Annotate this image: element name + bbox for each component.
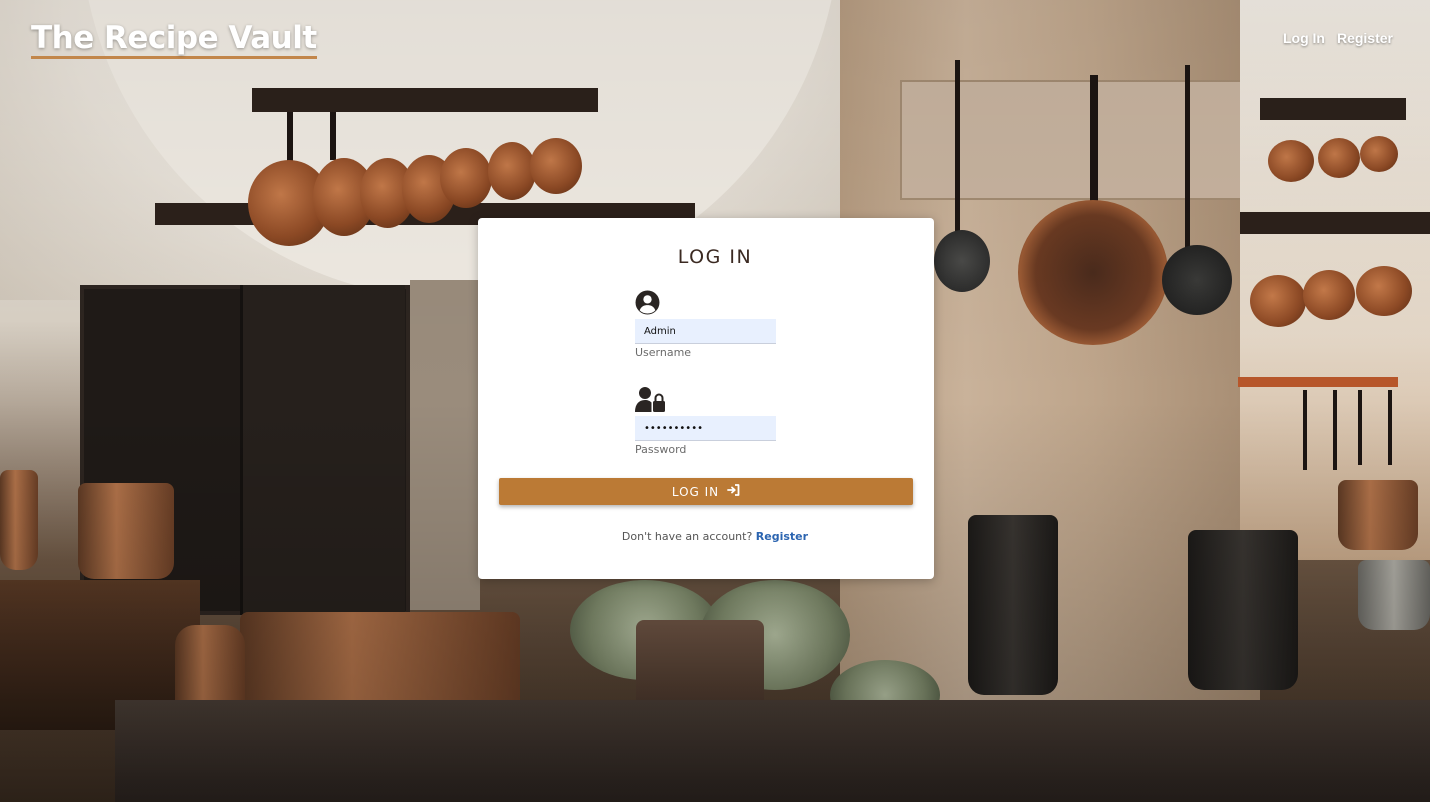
nav-login-link[interactable]: Log In [1283, 30, 1325, 46]
login-card [478, 218, 934, 579]
user-lock-icon [635, 386, 667, 412]
login-title: LOG IN [677, 246, 753, 268]
register-prompt: Don't have an account? Register [0, 530, 1430, 543]
username-input[interactable] [635, 319, 776, 344]
top-nav: Log In Register [1283, 30, 1393, 46]
register-link[interactable]: Register [756, 530, 808, 543]
sign-in-icon [727, 484, 740, 499]
login-button-label: LOG IN [671, 484, 720, 499]
username-label: Username [635, 346, 692, 359]
password-label: Password [635, 443, 687, 456]
nav-register-link[interactable]: Register [1337, 30, 1393, 46]
password-input[interactable] [635, 416, 776, 441]
user-circle-icon [635, 290, 661, 316]
register-prompt-text: Don't have an account? [621, 530, 753, 543]
login-button[interactable]: LOG IN [499, 478, 913, 505]
brand-logo[interactable]: The Recipe Vault [31, 20, 317, 59]
